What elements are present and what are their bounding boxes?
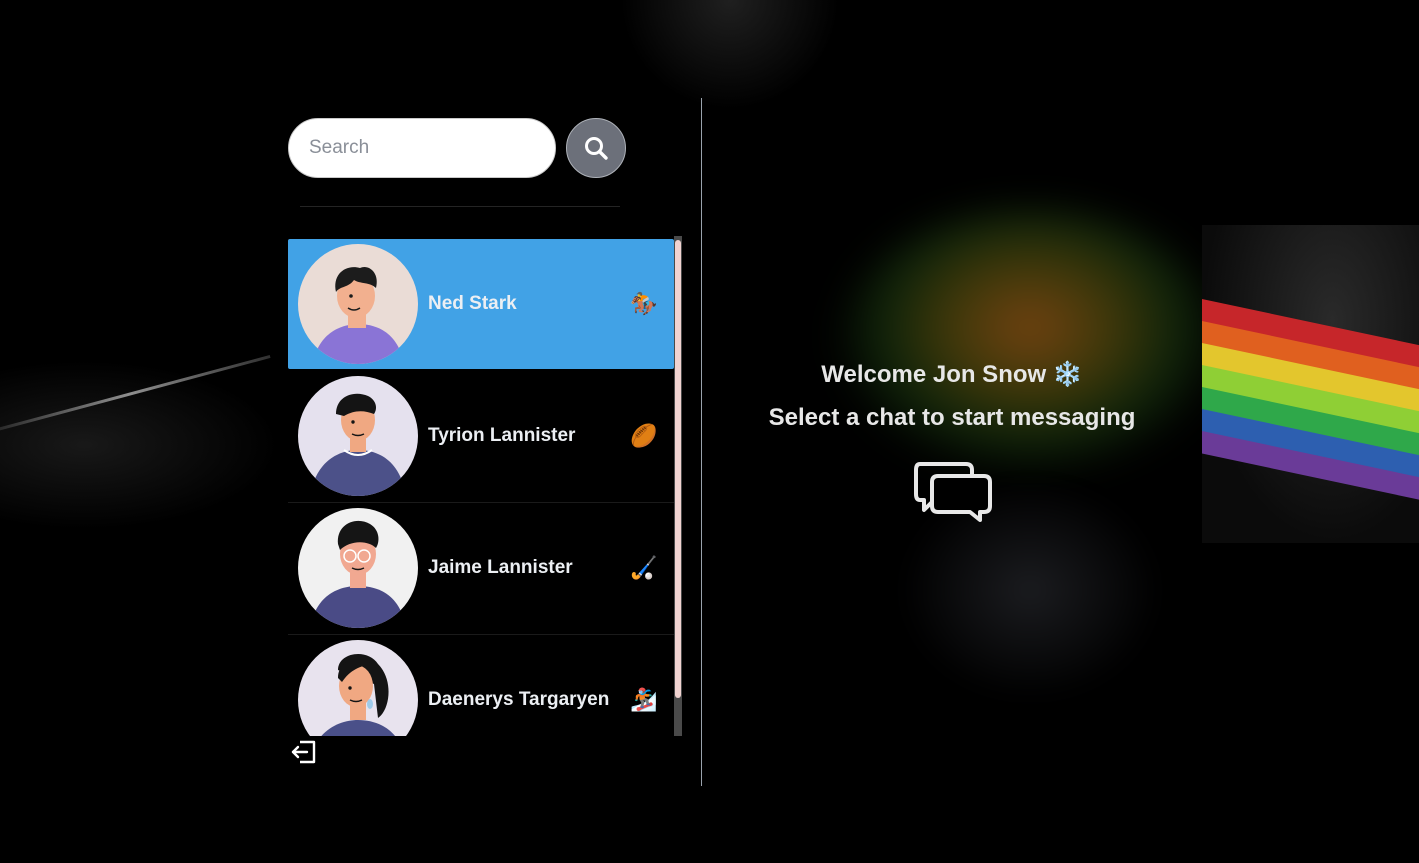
status-emoji: 🏉 — [630, 423, 658, 449]
logout-icon — [291, 740, 316, 764]
status-emoji: 🏑 — [630, 555, 658, 581]
status-emoji: 🏇 — [630, 291, 658, 317]
background-rainbow-art — [1202, 225, 1419, 543]
chat-bubbles-icon — [912, 458, 994, 524]
conversation-name: Ned Stark — [428, 293, 517, 314]
conversation-name: Daenerys Targaryen — [428, 689, 610, 710]
panel-divider — [701, 98, 702, 786]
conversation-list[interactable]: Ned Stark 🏇 Tyrion Lannister 🏉 Jaime Lan… — [288, 236, 682, 736]
conversation-item[interactable]: Tyrion Lannister 🏉 — [288, 371, 674, 503]
background-texture-top — [620, 0, 840, 110]
avatar — [298, 508, 418, 628]
status-emoji: 🏂 — [630, 687, 658, 713]
scrollbar-thumb[interactable] — [675, 240, 681, 698]
sidebar-divider — [300, 206, 620, 207]
background-texture-left — [0, 360, 280, 530]
welcome-greeting: Welcome Jon Snow ❄️ — [821, 361, 1083, 388]
conversation-item[interactable]: Daenerys Targaryen 🏂 — [288, 635, 674, 736]
conversation-item[interactable]: Jaime Lannister 🏑 — [288, 503, 674, 635]
avatar — [298, 640, 418, 736]
logout-button[interactable] — [290, 738, 318, 766]
avatar — [298, 376, 418, 496]
app-root: Ned Stark 🏇 Tyrion Lannister 🏉 — [0, 0, 1419, 863]
conversation-name: Tyrion Lannister — [428, 425, 576, 446]
welcome-panel: Welcome Jon Snow ❄️ Select a chat to sta… — [702, 360, 1202, 432]
conversation-item[interactable]: Ned Stark 🏇 — [288, 239, 674, 369]
avatar — [298, 244, 418, 364]
search-input[interactable] — [288, 118, 556, 178]
welcome-subtitle: Select a chat to start messaging — [768, 404, 1136, 431]
conversation-name: Jaime Lannister — [428, 557, 573, 578]
search-button[interactable] — [566, 118, 626, 178]
search-icon — [585, 137, 608, 160]
